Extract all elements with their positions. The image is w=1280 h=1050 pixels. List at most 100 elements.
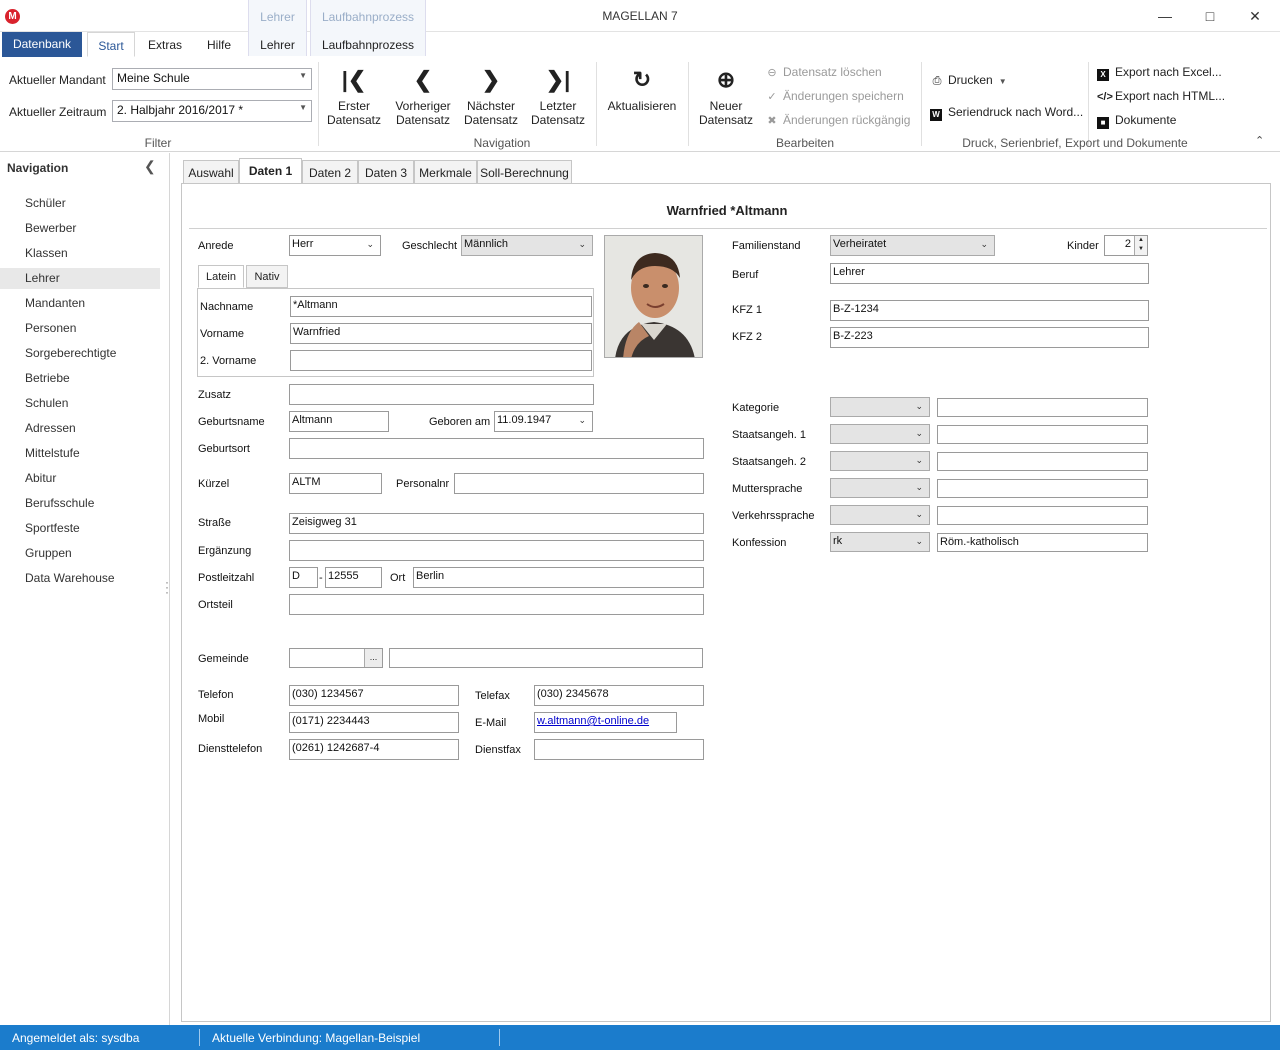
subtab-latein[interactable]: Latein: [198, 265, 244, 288]
tab-daten-2[interactable]: Daten 2: [302, 160, 358, 184]
kfz1-field[interactable]: B-Z-1234: [830, 300, 1149, 321]
personalnr-field[interactable]: [454, 473, 704, 494]
sidebar-item-sportfeste[interactable]: Sportfeste: [0, 518, 160, 539]
anrede-select[interactable]: Herr ⌄: [289, 235, 381, 256]
diensttelefon-field[interactable]: (0261) 1242687-4: [289, 739, 459, 760]
undo-changes-button[interactable]: ✖ Änderungen rückgängig: [765, 113, 910, 127]
save-changes-button[interactable]: ✓ Änderungen speichern: [765, 89, 903, 103]
documents-button[interactable]: ■ Dokumente: [1097, 113, 1176, 129]
kfz2-field[interactable]: B-Z-223: [830, 327, 1149, 348]
context-tab-laufbahnprozess[interactable]: Laufbahnprozess Laufbahnprozess: [310, 0, 426, 56]
minimize-icon[interactable]: —: [1153, 6, 1177, 26]
konfession-select[interactable]: rk ⌄: [830, 532, 930, 552]
zusatz-field[interactable]: [289, 384, 594, 405]
mobil-field[interactable]: (0171) 2234443: [289, 712, 459, 733]
sidebar-item-personen[interactable]: Personen: [0, 318, 160, 339]
ergaenzung-field[interactable]: [289, 540, 704, 561]
sidebar-item-berufsschule[interactable]: Berufsschule: [0, 493, 160, 514]
land-field[interactable]: D: [289, 567, 318, 588]
subtab-nativ[interactable]: Nativ: [246, 265, 288, 288]
sidebar-item-schüler[interactable]: Schüler: [0, 193, 160, 214]
staatsangeh2-text-field[interactable]: [937, 452, 1148, 471]
geboren-date-picker[interactable]: 11.09.1947 ⌄: [494, 411, 593, 432]
tab-auswahl[interactable]: Auswahl: [183, 160, 239, 184]
sidebar-item-mittelstufe[interactable]: Mittelstufe: [0, 443, 160, 464]
beruf-field[interactable]: Lehrer: [830, 263, 1149, 284]
spinner-arrows-icon[interactable]: ▲ ▼: [1134, 236, 1147, 255]
delete-record-button[interactable]: ⊖ Datensatz löschen: [765, 65, 881, 79]
sidebar-item-lehrer[interactable]: Lehrer: [0, 268, 160, 289]
verkehrssprache-text-field[interactable]: [937, 506, 1148, 525]
geboren-value: 11.09.1947: [497, 414, 552, 426]
refresh-button[interactable]: ↻ Aktualisieren: [603, 65, 681, 113]
tab-start[interactable]: Start: [87, 32, 135, 57]
export-html-button[interactable]: </> Export nach HTML...: [1097, 89, 1225, 103]
staatsangeh1-text-field[interactable]: [937, 425, 1148, 444]
new-record-button[interactable]: ⊕ Neuer Datensatz: [696, 65, 756, 127]
familienstand-select[interactable]: Verheiratet ⌄: [830, 235, 995, 256]
kuerzel-field[interactable]: ALTM: [289, 473, 382, 494]
tab-datenbank[interactable]: Datenbank: [2, 32, 82, 57]
person-photo[interactable]: [604, 235, 703, 358]
sidebar-item-schulen[interactable]: Schulen: [0, 393, 160, 414]
sidebar-item-betriebe[interactable]: Betriebe: [0, 368, 160, 389]
mandant-select[interactable]: Meine Schule ▼: [112, 68, 312, 90]
staatsangeh1-select[interactable]: ⌄: [830, 424, 930, 444]
kategorie-text-field[interactable]: [937, 398, 1148, 417]
gemeinde-name-field[interactable]: [389, 648, 703, 668]
sidebar-item-bewerber[interactable]: Bewerber: [0, 218, 160, 239]
tab-merkmale[interactable]: Merkmale: [414, 160, 477, 184]
close-icon[interactable]: ✕: [1243, 6, 1267, 26]
tab-daten-3[interactable]: Daten 3: [358, 160, 414, 184]
vorname-field[interactable]: Warnfried: [290, 323, 592, 344]
telefax-field[interactable]: (030) 2345678: [534, 685, 704, 706]
plz-field[interactable]: 12555: [325, 567, 382, 588]
muttersprache-text-field[interactable]: [937, 479, 1148, 498]
last-record-button[interactable]: ❯| Letzter Datensatz: [529, 65, 587, 127]
sidebar-item-data-warehouse[interactable]: Data Warehouse: [0, 568, 160, 589]
print-button[interactable]: ⎙ Drucken ▼: [930, 73, 1007, 88]
tab-soll-berechnung[interactable]: Soll-Berechnung: [477, 160, 572, 184]
word-merge-button[interactable]: W Seriendruck nach Word...: [930, 105, 1083, 121]
ort-field[interactable]: Berlin: [413, 567, 704, 588]
strasse-field[interactable]: Zeisigweg 31: [289, 513, 704, 534]
app-logo-icon[interactable]: M: [5, 9, 20, 24]
geburtsort-field[interactable]: [289, 438, 704, 459]
staatsangeh2-select[interactable]: ⌄: [830, 451, 930, 471]
context-tab-lehrer[interactable]: Lehrer Lehrer: [248, 0, 307, 56]
konfession-text-field[interactable]: Röm.-katholisch: [937, 533, 1148, 552]
zeitraum-select[interactable]: 2. Halbjahr 2016/2017 * ▼: [112, 100, 312, 122]
more-vertical-icon[interactable]: · · ·: [164, 576, 170, 598]
dienstfax-field[interactable]: [534, 739, 704, 760]
first-record-button[interactable]: |❮ Erster Datensatz: [325, 65, 383, 127]
gemeinde-label: Gemeinde: [198, 653, 249, 665]
print-label: Drucken: [948, 73, 993, 87]
chevron-left-icon[interactable]: ❮: [144, 158, 156, 175]
maximize-icon[interactable]: □: [1198, 6, 1222, 26]
telefon-field[interactable]: (030) 1234567: [289, 685, 459, 706]
tab-hilfe[interactable]: Hilfe: [198, 32, 240, 57]
nachname-field[interactable]: *Altmann: [290, 296, 592, 317]
previous-record-button[interactable]: ❮ Vorheriger Datensatz: [391, 65, 455, 127]
kategorie-select[interactable]: ⌄: [830, 397, 930, 417]
tab-daten-1[interactable]: Daten 1: [239, 158, 302, 184]
ortsteil-field[interactable]: [289, 594, 704, 615]
tab-extras[interactable]: Extras: [143, 32, 187, 57]
export-excel-button[interactable]: X Export nach Excel...: [1097, 65, 1222, 81]
geschlecht-select[interactable]: Männlich ⌄: [461, 235, 593, 256]
email-link[interactable]: w.altmann@t-online.de: [537, 715, 649, 727]
geburtsname-field[interactable]: Altmann: [289, 411, 389, 432]
sidebar-item-gruppen[interactable]: Gruppen: [0, 543, 160, 564]
sidebar-item-mandanten[interactable]: Mandanten: [0, 293, 160, 314]
sidebar-item-abitur[interactable]: Abitur: [0, 468, 160, 489]
email-field[interactable]: w.altmann@t-online.de: [534, 712, 677, 733]
muttersprache-select[interactable]: ⌄: [830, 478, 930, 498]
vorname2-field[interactable]: [290, 350, 592, 371]
sidebar-item-sorgeberechtigte[interactable]: Sorgeberechtigte: [0, 343, 160, 364]
verkehrssprache-select[interactable]: ⌄: [830, 505, 930, 525]
collapse-ribbon-icon[interactable]: ⌃: [1255, 134, 1264, 147]
gemeinde-lookup-button[interactable]: ...: [364, 649, 382, 667]
sidebar-item-klassen[interactable]: Klassen: [0, 243, 160, 264]
sidebar-item-adressen[interactable]: Adressen: [0, 418, 160, 439]
next-record-button[interactable]: ❯ Nächster Datensatz: [462, 65, 520, 127]
